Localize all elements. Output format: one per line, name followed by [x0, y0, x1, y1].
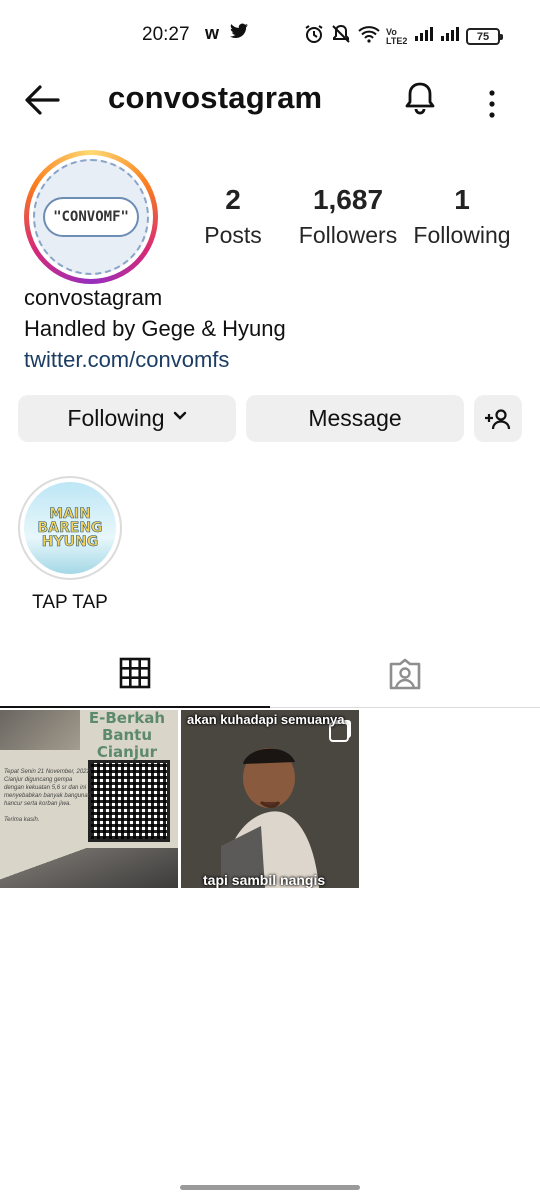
- following-label: Following: [413, 222, 511, 248]
- signal-2-icon: [440, 26, 460, 47]
- posts-count: 2: [225, 184, 241, 215]
- highlight-cover-text: MAIN BARENG HYUNG: [37, 506, 103, 550]
- more-options-button[interactable]: [478, 80, 506, 120]
- highlight-label: TAP TAP: [32, 592, 108, 613]
- highlight-cover: MAIN BARENG HYUNG: [18, 476, 122, 580]
- back-arrow-icon: [25, 85, 60, 115]
- profile-bio: Handled by Gege & Hyung: [24, 316, 286, 341]
- avatar-image: "CONVOMF": [33, 159, 149, 275]
- message-button-label: Message: [308, 405, 402, 431]
- status-right-icons: Vo LTE2 75: [304, 24, 503, 49]
- post-footer-text: Terima kasih.: [4, 817, 40, 823]
- qr-code-icon: [88, 760, 170, 842]
- twitter-icon: [230, 23, 248, 44]
- post-body-text: Tepat Senin 21 November, 2022. Cianjur d…: [4, 769, 92, 807]
- page-title: convostagram: [108, 80, 323, 115]
- add-user-icon: [485, 408, 511, 429]
- meme-top-caption: akan kuhadapi semuanya: [187, 712, 345, 727]
- post-thumbnail[interactable]: akan kuhadapi semuanya tapi sambil nangi…: [181, 710, 359, 888]
- profile-avatar[interactable]: "CONVOMF": [24, 150, 158, 284]
- meme-bottom-caption: tapi sambil nangis: [203, 872, 326, 888]
- following-stat[interactable]: 1 Following: [408, 184, 516, 249]
- following-count: 1: [454, 184, 470, 215]
- crying-person-image: [211, 736, 331, 888]
- mute-icon: [330, 24, 352, 49]
- status-bar: 20:27 w Vo LTE2 75: [0, 0, 540, 72]
- battery-icon: 75: [466, 28, 503, 45]
- profile-name: convostagram: [24, 285, 163, 310]
- wifi-icon: [358, 25, 380, 48]
- add-user-button[interactable]: [474, 395, 522, 442]
- profile-header: convostagram: [0, 72, 540, 128]
- followers-label: Followers: [298, 222, 398, 248]
- back-button[interactable]: [22, 82, 62, 118]
- avatar-text: "CONVOMF": [43, 197, 139, 237]
- alarm-icon: [304, 24, 324, 49]
- posts-stat[interactable]: 2 Posts: [200, 184, 266, 249]
- tagged-icon: [389, 658, 421, 690]
- status-time: 20:27: [142, 24, 190, 45]
- signal-1-icon: [414, 26, 434, 47]
- story-highlight[interactable]: MAIN BARENG HYUNG TAP TAP: [18, 476, 122, 614]
- following-button-label: Following: [67, 405, 165, 431]
- post-title: E-Berkah Bantu Cianjur: [88, 710, 166, 761]
- followers-stat[interactable]: 1,687 Followers: [294, 184, 402, 249]
- following-button[interactable]: Following: [18, 395, 236, 442]
- posts-label: Posts: [204, 222, 262, 248]
- tab-tagged[interactable]: [270, 640, 540, 708]
- vertical-dots-icon: [489, 90, 495, 118]
- profile-tabs: [0, 640, 540, 708]
- tab-posts-grid[interactable]: [0, 640, 270, 708]
- network-label: Vo LTE2: [386, 26, 408, 46]
- post-thumbnail[interactable]: E-Berkah Bantu Cianjur Tepat Senin 21 No…: [0, 710, 178, 888]
- message-button[interactable]: Message: [246, 395, 464, 442]
- followers-count: 1,687: [312, 184, 384, 215]
- home-indicator[interactable]: [180, 1185, 360, 1190]
- chevron-down-icon: [173, 408, 187, 426]
- app-w-icon: w: [205, 23, 220, 43]
- profile-link[interactable]: twitter.com/convomfs: [24, 347, 229, 373]
- notifications-button[interactable]: [400, 78, 440, 118]
- grid-icon: [119, 657, 151, 689]
- bell-icon: [405, 82, 435, 115]
